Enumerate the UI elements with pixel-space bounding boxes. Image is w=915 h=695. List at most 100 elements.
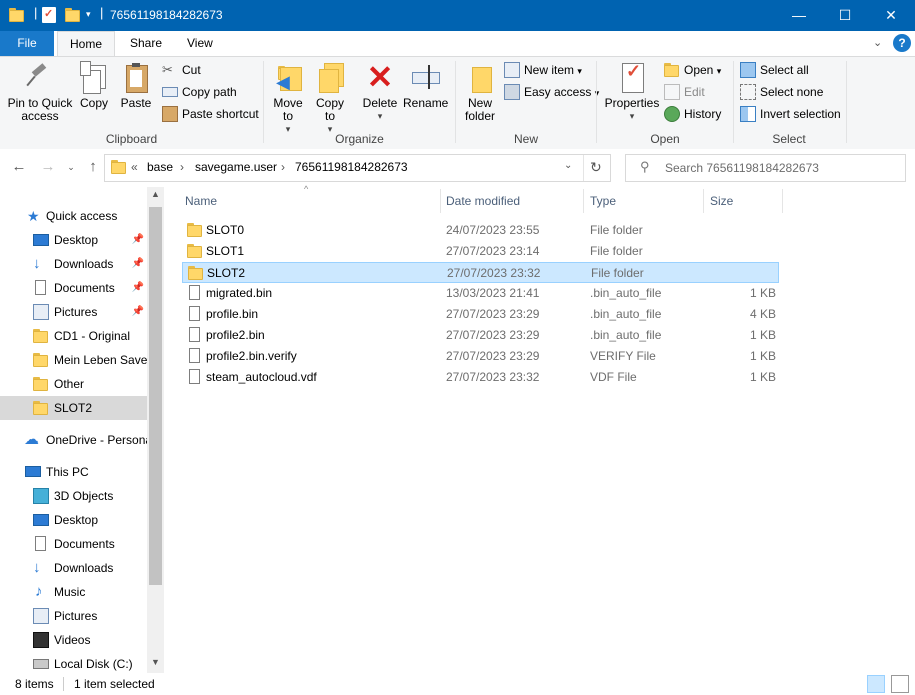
address-dropdown-chevron-icon[interactable]: ⌄: [564, 160, 572, 171]
nav-this-pc[interactable]: This PC: [0, 460, 147, 484]
column-header-name[interactable]: Name: [185, 187, 440, 215]
column-divider[interactable]: [703, 189, 704, 213]
drive-icon: [33, 659, 49, 669]
edit-icon: [664, 84, 680, 100]
search-box[interactable]: ⚲ Search 76561198184282673: [625, 154, 906, 182]
close-button[interactable]: ✕: [868, 0, 914, 31]
maximize-button[interactable]: ☐: [822, 0, 868, 31]
file-row[interactable]: profile2.bin.verify 27/07/2023 23:29 VERIF…: [182, 346, 779, 367]
help-icon[interactable]: ?: [893, 34, 911, 52]
pin-to-quick-access-button[interactable]: Pin to Quick access: [6, 61, 74, 123]
nav-item-local-disk[interactable]: Local Disk (C:): [0, 652, 147, 673]
properties-button[interactable]: ✓ Properties ▾: [602, 61, 662, 123]
properties-checkmark-icon[interactable]: ✓: [42, 7, 56, 23]
invert-selection-button[interactable]: Invert selection: [740, 104, 841, 124]
address-bar[interactable]: « base › savegame.user › 765611981842826…: [104, 154, 611, 182]
breadcrumb-current-folder[interactable]: 76561198184282673: [295, 160, 408, 174]
nav-item-pc-downloads[interactable]: ↓ Downloads: [0, 556, 147, 580]
breadcrumb-overflow[interactable]: «: [131, 160, 138, 174]
file-row[interactable]: SLOT1 27/07/2023 23:14 File folder: [182, 241, 779, 262]
file-row[interactable]: migrated.bin 13/03/2023 21:41 .bin_auto_fi…: [182, 283, 779, 304]
history-button[interactable]: History: [664, 104, 721, 124]
nav-quick-access[interactable]: ★ Quick access: [0, 204, 147, 228]
nav-item-pc-documents[interactable]: Documents: [0, 532, 147, 556]
file-row[interactable]: profile.bin 27/07/2023 23:29 .bin_auto_fil…: [182, 304, 779, 325]
file-size: 1 KB: [749, 286, 776, 300]
breadcrumb-separator-icon[interactable]: ›: [180, 160, 184, 174]
details-view-icon[interactable]: [867, 675, 885, 693]
breadcrumb-base[interactable]: base: [147, 160, 173, 174]
nav-item-cd1-original[interactable]: CD1 - Original: [0, 324, 147, 348]
file-date-modified: 27/07/2023 23:29: [446, 307, 540, 321]
column-header-size[interactable]: Size: [710, 187, 780, 215]
nav-scrollbar[interactable]: ▲ ▼: [147, 187, 164, 673]
delete-button[interactable]: ✕ Delete ▾: [360, 61, 400, 123]
forward-arrow-icon[interactable]: →: [39, 158, 57, 176]
nav-item-pc-pictures[interactable]: Pictures: [0, 604, 147, 628]
select-all-button[interactable]: Select all: [740, 60, 809, 80]
pin-label: Pin to Quick access: [7, 96, 73, 123]
paste-shortcut-button[interactable]: Paste shortcut: [162, 104, 259, 124]
scroll-thumb[interactable]: [149, 207, 162, 585]
nav-item-other[interactable]: Other: [0, 372, 147, 396]
pin-icon: 📌: [131, 258, 144, 269]
nav-label: Pictures: [54, 305, 98, 319]
nav-item-3d-objects[interactable]: 3D Objects: [0, 484, 147, 508]
minimize-button[interactable]: —: [776, 0, 822, 31]
ribbon-expand-chevron-icon[interactable]: ⌄: [873, 36, 882, 49]
nav-item-documents[interactable]: Documents 📌: [0, 276, 147, 300]
open-button[interactable]: Open ▾: [664, 60, 721, 80]
back-arrow-icon[interactable]: ←: [10, 158, 28, 176]
nav-label: Quick access: [46, 209, 118, 223]
file-row[interactable]: SLOT0 24/07/2023 23:55 File folder: [182, 220, 779, 241]
quick-access-toolbar-divider-icon: |: [34, 5, 38, 20]
new-group-label: New: [513, 132, 538, 146]
scroll-up-chevron-icon[interactable]: ▲: [151, 189, 160, 199]
tab-share[interactable]: Share: [118, 31, 174, 56]
rename-button[interactable]: Rename: [403, 61, 448, 110]
nav-item-pc-desktop[interactable]: Desktop: [0, 508, 147, 532]
move-to-button[interactable]: ◀ Move to ▾: [268, 61, 308, 136]
nav-item-desktop[interactable]: Desktop 📌: [0, 228, 147, 252]
file-row[interactable]: steam_autocloud.vdf 27/07/2023 23:32 VDF F…: [182, 367, 779, 388]
copy-button[interactable]: Copy: [76, 61, 112, 110]
tab-file[interactable]: File: [0, 31, 54, 56]
column-divider[interactable]: [782, 189, 783, 213]
column-divider[interactable]: [583, 189, 584, 213]
nav-item-music[interactable]: ♪ Music: [0, 580, 147, 604]
tab-home[interactable]: Home: [57, 31, 116, 57]
download-arrow-icon: ↓: [33, 559, 41, 576]
refresh-icon[interactable]: ↻: [590, 159, 602, 176]
tab-view[interactable]: View: [175, 31, 225, 56]
breadcrumb-savegame-user[interactable]: savegame.user: [195, 160, 277, 174]
nav-item-slot2[interactable]: SLOT2: [0, 396, 147, 420]
nav-onedrive[interactable]: ☁ OneDrive - Persona: [0, 428, 147, 452]
new-folder-button[interactable]: New folder: [460, 61, 500, 123]
file-row[interactable]: profile2.bin 27/07/2023 23:29 .bin_auto_fi…: [182, 325, 779, 346]
select-none-button[interactable]: Select none: [740, 82, 823, 102]
scroll-down-chevron-icon[interactable]: ▼: [151, 657, 160, 667]
large-icons-view-icon[interactable]: [891, 675, 909, 693]
column-divider[interactable]: [440, 189, 441, 213]
nav-item-pictures[interactable]: Pictures 📌: [0, 300, 147, 324]
customize-toolbar-chevron-icon[interactable]: ▾: [86, 9, 91, 20]
breadcrumb-separator-icon[interactable]: ›: [281, 160, 285, 174]
paste-button[interactable]: Paste: [117, 61, 155, 110]
copy-to-button[interactable]: Copy to ▾: [310, 61, 350, 136]
cut-button[interactable]: ✂ Cut: [162, 60, 201, 80]
column-header-date[interactable]: Date modified: [446, 187, 582, 215]
column-header-type[interactable]: Type: [590, 187, 702, 215]
copy-path-button[interactable]: Copy path: [162, 82, 237, 102]
nav-label: Desktop: [54, 233, 99, 247]
dropdown-arrow-icon: ▾: [716, 66, 722, 76]
up-arrow-icon[interactable]: ↑: [84, 158, 102, 176]
easy-access-button[interactable]: Easy access ▾: [504, 82, 599, 102]
nav-item-mein-leben-save[interactable]: Mein Leben Save: [0, 348, 147, 372]
edit-button[interactable]: Edit: [664, 82, 705, 102]
new-item-button[interactable]: New item ▾: [504, 60, 582, 80]
nav-item-videos[interactable]: Videos: [0, 628, 147, 652]
recent-locations-chevron-icon[interactable]: ⌄: [62, 158, 80, 176]
file-row[interactable]: SLOT2 27/07/2023 23:32 File folder: [182, 262, 779, 283]
nav-item-downloads[interactable]: ↓ Downloads 📌: [0, 252, 147, 276]
search-input-placeholder[interactable]: Search 76561198184282673: [665, 161, 819, 175]
